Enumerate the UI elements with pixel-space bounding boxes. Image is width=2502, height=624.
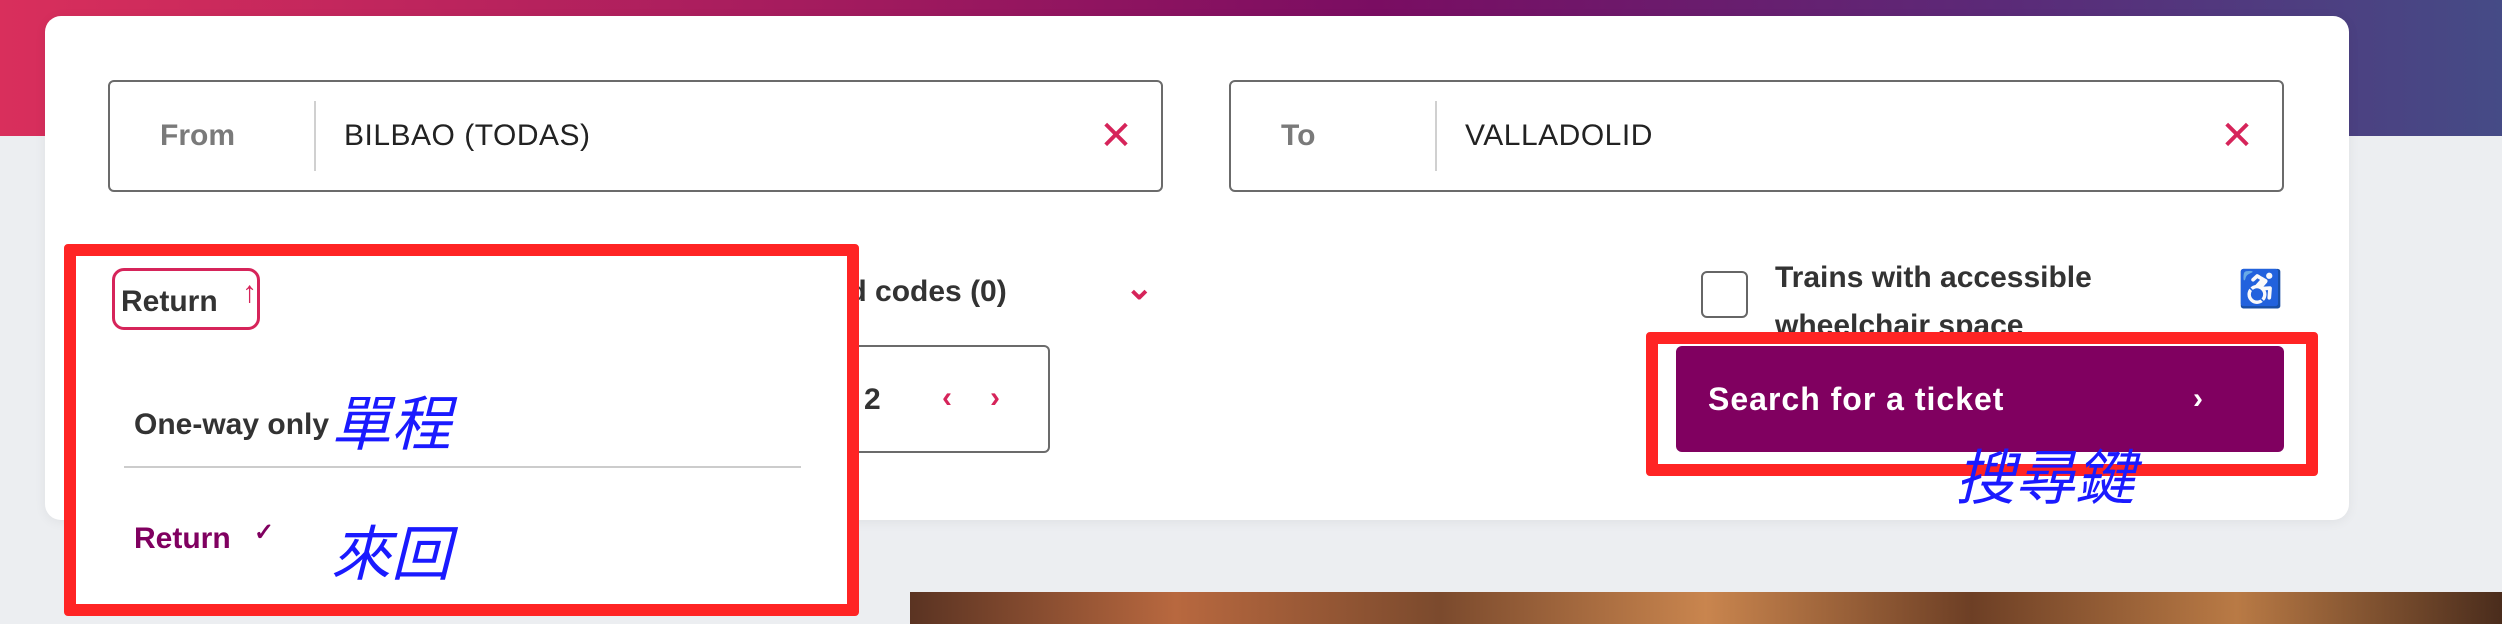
date-field[interactable]: 2 ‹ › xyxy=(830,345,1050,453)
trip-type-toggle[interactable]: Return xyxy=(112,268,260,330)
to-field[interactable]: To VALLADOLID ✕ xyxy=(1229,80,2284,192)
from-input[interactable]: BILBAO (TODAS) xyxy=(316,119,1071,153)
date-value: 2 xyxy=(864,383,881,416)
from-label: From xyxy=(110,101,316,171)
accessible-checkbox[interactable] xyxy=(1701,271,1748,318)
trip-type-selected: Return xyxy=(121,285,218,318)
clear-from-icon[interactable]: ✕ xyxy=(1071,113,1161,159)
from-field[interactable]: From BILBAO (TODAS) ✕ xyxy=(108,80,1163,192)
wheelchair-icon: ♿ xyxy=(2238,268,2283,309)
clear-to-icon[interactable]: ✕ xyxy=(2192,113,2282,159)
search-button-label: Search for a ticket xyxy=(1708,380,2005,417)
date-next-icon[interactable]: › xyxy=(990,381,1000,415)
trip-type-dropdown: Return ↑ One-way only Return ✓ 單程 來回 xyxy=(64,244,859,616)
divider xyxy=(124,466,801,468)
accessible-label-line2: wheelchair space xyxy=(1775,309,2024,332)
accessible-label-line1: Trains with accessible xyxy=(1775,261,2092,294)
option-one-way[interactable]: One-way only xyxy=(134,408,329,442)
hero-photo xyxy=(910,592,2502,624)
to-input[interactable]: VALLADOLID xyxy=(1437,119,2192,153)
annotation-one-way: 單程 xyxy=(331,390,451,460)
annotation-search-button: 搜尋鍵 xyxy=(1955,444,2135,514)
chevron-down-icon[interactable]: ⌄ xyxy=(1125,268,1154,308)
chevron-up-icon[interactable]: ↑ xyxy=(242,276,257,310)
annotation-return: 來回 xyxy=(331,520,451,590)
check-icon: ✓ xyxy=(254,519,275,546)
date-prev-icon[interactable]: ‹ xyxy=(942,381,952,415)
option-return[interactable]: Return xyxy=(134,522,231,556)
chevron-right-icon: › xyxy=(2193,382,2204,415)
to-label: To xyxy=(1231,101,1437,171)
